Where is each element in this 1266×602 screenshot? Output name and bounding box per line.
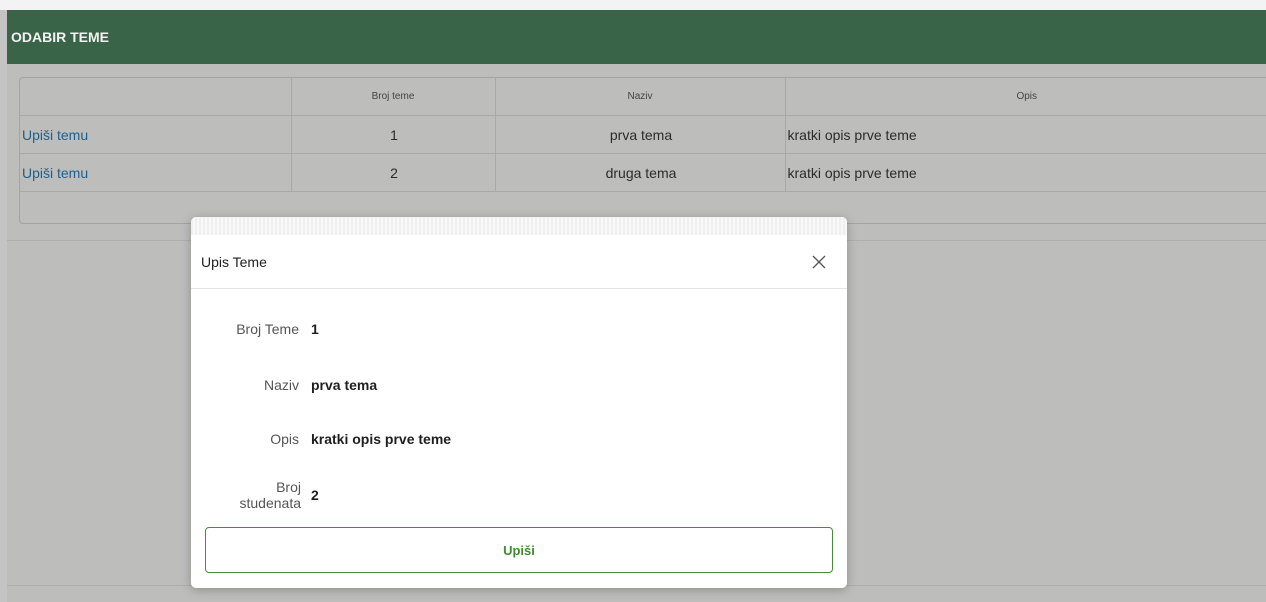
field-value: kratki opis prve teme <box>311 431 452 447</box>
region-header: ODABIR TEME <box>7 10 1266 64</box>
opis-cell: kratki opis prve teme <box>785 115 1266 154</box>
naziv-cell: druga tema <box>495 153 786 192</box>
field-broj-studenata: Broj studenata 2 <box>191 479 831 511</box>
region-body: Broj teme Naziv Opis Upiši temu 1 prva t… <box>7 64 1266 241</box>
enroll-dialog: Upis Teme Broj Teme 1 Naziv prva tema Op… <box>191 217 847 588</box>
page: ODABIR TEME Broj teme Naziv Opis Upiši t… <box>0 0 1266 602</box>
action-cell: Upiši temu <box>20 115 292 154</box>
column-header-broj-teme[interactable]: Broj teme <box>291 78 496 116</box>
topics-report: Broj teme Naziv Opis Upiši temu 1 prva t… <box>19 77 1266 224</box>
dialog-content: Broj Teme 1 Naziv prva tema Opis kratki … <box>191 289 847 587</box>
field-value: 2 <box>311 487 319 503</box>
table-row: Upiši temu 1 prva tema kratki opis prve … <box>20 115 1266 154</box>
broj-cell: 2 <box>291 153 496 192</box>
field-label: Broj studenata <box>239 479 302 511</box>
dialog-top-stripe <box>191 217 847 235</box>
column-header-naziv[interactable]: Naziv <box>495 78 786 116</box>
field-broj-teme: Broj Teme 1 <box>191 321 831 337</box>
opis-cell: kratki opis prve teme <box>785 153 1266 192</box>
column-header-opis[interactable]: Opis <box>785 78 1266 116</box>
topics-table: Broj teme Naziv Opis Upiši temu 1 prva t… <box>20 78 1266 192</box>
field-value: 1 <box>311 321 319 337</box>
table-header-row: Broj teme Naziv Opis <box>20 78 1266 116</box>
enroll-topic-link[interactable]: Upiši temu <box>22 127 88 143</box>
enroll-topic-link[interactable]: Upiši temu <box>22 165 88 181</box>
close-icon[interactable] <box>809 252 829 272</box>
dialog-title: Upis Teme <box>201 253 267 270</box>
enroll-submit-button[interactable]: Upiši <box>205 527 833 573</box>
action-cell: Upiši temu <box>20 153 292 192</box>
field-label: Opis <box>270 431 299 447</box>
table-row: Upiši temu 2 druga tema kratki opis prve… <box>20 153 1266 192</box>
field-naziv: Naziv prva tema <box>191 377 831 393</box>
field-label: Naziv <box>263 377 299 393</box>
region-title: ODABIR TEME <box>11 29 109 45</box>
broj-cell: 1 <box>291 115 496 154</box>
field-value: prva tema <box>311 377 378 393</box>
top-strip <box>0 0 1266 10</box>
dialog-titlebar: Upis Teme <box>191 235 847 289</box>
naziv-cell: prva tema <box>495 115 786 154</box>
field-label: Broj Teme <box>236 321 299 337</box>
field-opis: Opis kratki opis prve teme <box>191 431 831 447</box>
column-header-action <box>20 78 292 116</box>
